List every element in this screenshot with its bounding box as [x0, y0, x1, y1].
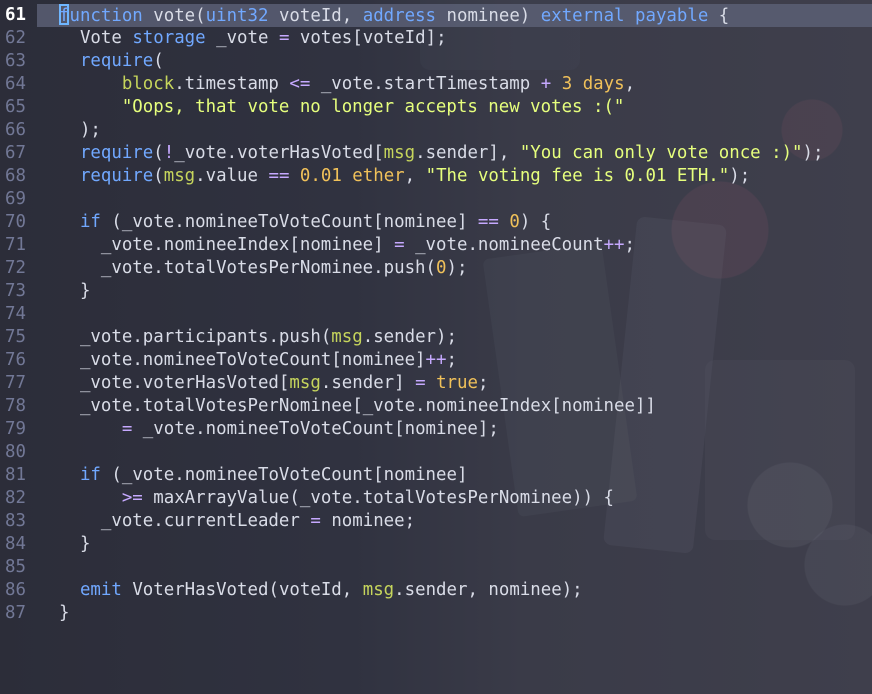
- line-number-85: 85: [5, 557, 26, 577]
- code-line-82[interactable]: 82 >= maxArrayValue(_vote.totalVotesPerN…: [0, 487, 872, 510]
- code-line-62[interactable]: 62 Vote storage _vote = votes[voteId];: [0, 27, 872, 50]
- code-line-64[interactable]: 64 block.timestamp <= _vote.startTimesta…: [0, 73, 872, 96]
- code-content-87[interactable]: }: [59, 602, 69, 625]
- code-content-77[interactable]: _vote.voterHasVoted[msg.sender] = true;: [59, 372, 488, 395]
- code-line-84[interactable]: 84 }: [0, 533, 872, 556]
- line-number-63: 63: [5, 51, 26, 71]
- code-line-85[interactable]: 85: [0, 556, 872, 579]
- line-number-87: 87: [5, 603, 26, 623]
- code-line-66[interactable]: 66 );: [0, 119, 872, 142]
- code-content-79[interactable]: = _vote.nomineeToVoteCount[nominee];: [59, 418, 499, 441]
- code-line-81[interactable]: 81 if (_vote.nomineeToVoteCount[nominee]: [0, 464, 872, 487]
- code-line-77[interactable]: 77 _vote.voterHasVoted[msg.sender] = tru…: [0, 372, 872, 395]
- line-number-74: 74: [5, 304, 26, 324]
- code-line-78[interactable]: 78 _vote.totalVotesPerNominee[_vote.nomi…: [0, 395, 872, 418]
- code-content-68[interactable]: require(msg.value == 0.01 ether, "The vo…: [59, 165, 750, 188]
- code-line-72[interactable]: 72 _vote.totalVotesPerNominee.push(0);: [0, 257, 872, 280]
- line-number-76: 76: [5, 350, 26, 370]
- line-number-71: 71: [5, 235, 26, 255]
- code-line-73[interactable]: 73 }: [0, 280, 872, 303]
- line-number-72: 72: [5, 258, 26, 278]
- line-number-73: 73: [5, 281, 26, 301]
- code-line-75[interactable]: 75 _vote.participants.push(msg.sender);: [0, 326, 872, 349]
- code-line-87[interactable]: 87 }: [0, 602, 872, 625]
- line-number-65: 65: [5, 97, 26, 117]
- code-content-72[interactable]: _vote.totalVotesPerNominee.push(0);: [59, 257, 468, 280]
- line-number-80: 80: [5, 442, 26, 462]
- line-number-84: 84: [5, 534, 26, 554]
- code-content-75[interactable]: _vote.participants.push(msg.sender);: [59, 326, 457, 349]
- code-content-86[interactable]: emit VoterHasVoted(voteId, msg.sender, n…: [59, 579, 583, 602]
- line-number-79: 79: [5, 419, 26, 439]
- line-number-78: 78: [5, 396, 26, 416]
- line-number-66: 66: [5, 120, 26, 140]
- line-number-83: 83: [5, 511, 26, 531]
- code-content-67[interactable]: require(!_vote.voterHasVoted[msg.sender]…: [59, 142, 824, 165]
- code-editor[interactable]: 61 function vote(uint32 voteId, address …: [0, 0, 872, 628]
- line-number-61: 61: [5, 5, 26, 25]
- code-content-83[interactable]: _vote.currentLeader = nominee;: [59, 510, 415, 533]
- code-line-71[interactable]: 71 _vote.nomineeIndex[nominee] = _vote.n…: [0, 234, 872, 257]
- code-line-76[interactable]: 76 _vote.nomineeToVoteCount[nominee]++;: [0, 349, 872, 372]
- code-content-63[interactable]: require(: [59, 50, 164, 73]
- line-number-68: 68: [5, 166, 26, 186]
- code-content-76[interactable]: _vote.nomineeToVoteCount[nominee]++;: [59, 349, 457, 372]
- code-content-78[interactable]: _vote.totalVotesPerNominee[_vote.nominee…: [59, 395, 656, 418]
- code-content-82[interactable]: >= maxArrayValue(_vote.totalVotesPerNomi…: [59, 487, 614, 510]
- code-line-67[interactable]: 67 require(!_vote.voterHasVoted[msg.send…: [0, 142, 872, 165]
- line-number-75: 75: [5, 327, 26, 347]
- code-line-63[interactable]: 63 require(: [0, 50, 872, 73]
- code-line-83[interactable]: 83 _vote.currentLeader = nominee;: [0, 510, 872, 533]
- code-line-61[interactable]: 61 function vote(uint32 voteId, address …: [5, 4, 872, 28]
- code-content-73[interactable]: }: [59, 280, 90, 303]
- code-content-66[interactable]: );: [59, 119, 101, 142]
- code-line-70[interactable]: 70 if (_vote.nomineeToVoteCount[nominee]…: [0, 211, 872, 234]
- line-number-67: 67: [5, 143, 26, 163]
- code-content-62[interactable]: Vote storage _vote = votes[voteId];: [59, 27, 447, 50]
- code-content-65[interactable]: "Oops, that vote no longer accepts new v…: [59, 96, 625, 119]
- code-line-80[interactable]: 80: [0, 441, 872, 464]
- code-line-65[interactable]: 65 "Oops, that vote no longer accepts ne…: [0, 96, 872, 119]
- line-number-70: 70: [5, 212, 26, 232]
- code-content-71[interactable]: _vote.nomineeIndex[nominee] = _vote.nomi…: [59, 234, 635, 257]
- line-number-64: 64: [5, 74, 26, 94]
- code-line-68[interactable]: 68 require(msg.value == 0.01 ether, "The…: [0, 165, 872, 188]
- code-content-81[interactable]: if (_vote.nomineeToVoteCount[nominee]: [59, 464, 467, 487]
- line-number-86: 86: [5, 580, 26, 600]
- line-number-69: 69: [5, 189, 26, 209]
- line-number-62: 62: [5, 28, 26, 48]
- code-line-86[interactable]: 86 emit VoterHasVoted(voteId, msg.sender…: [0, 579, 872, 602]
- line-number-81: 81: [5, 465, 26, 485]
- code-content-64[interactable]: block.timestamp <= _vote.startTimestamp …: [59, 73, 635, 96]
- code-line-74[interactable]: 74: [0, 303, 872, 326]
- code-content-70[interactable]: if (_vote.nomineeToVoteCount[nominee] ==…: [59, 211, 551, 234]
- line-number-82: 82: [5, 488, 26, 508]
- code-content-84[interactable]: }: [59, 533, 90, 556]
- code-line-79[interactable]: 79 = _vote.nomineeToVoteCount[nominee];: [0, 418, 872, 441]
- code-line-69[interactable]: 69: [0, 188, 872, 211]
- line-number-77: 77: [5, 373, 26, 393]
- code-content-61[interactable]: function vote(uint32 voteId, address nom…: [59, 4, 729, 28]
